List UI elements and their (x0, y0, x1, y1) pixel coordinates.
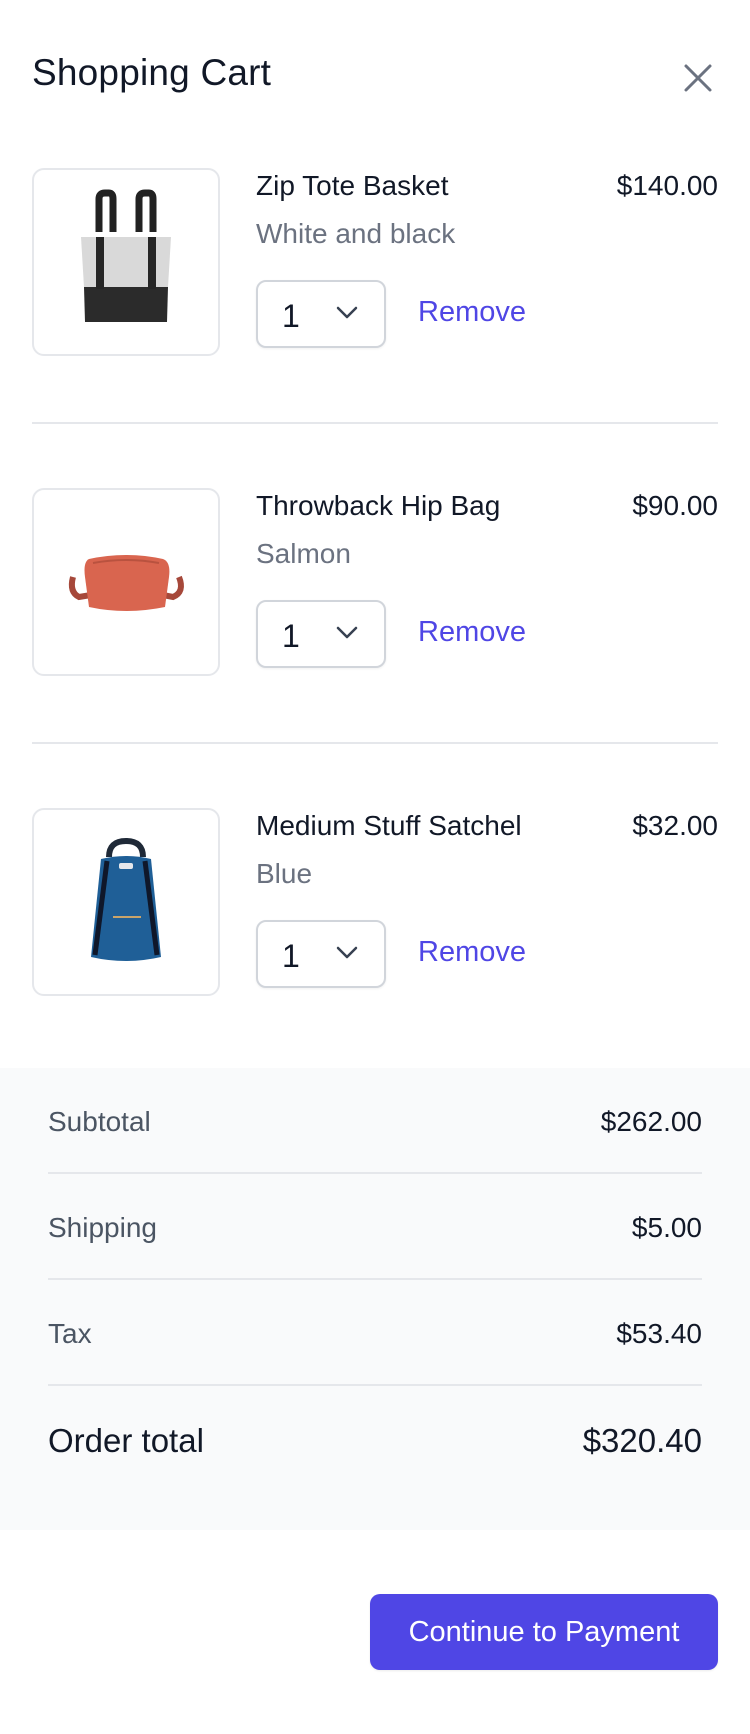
order-total-value: $320.40 (582, 1422, 702, 1459)
remove-button[interactable]: Remove (418, 616, 526, 649)
backpack-image (91, 837, 161, 961)
remove-button[interactable]: Remove (418, 936, 526, 969)
hip-bag-image (68, 555, 184, 611)
order-summary: Subtotal $262.00 Shipping $5.00 Tax $53.… (0, 1068, 750, 1530)
product-variant: White and black (256, 218, 456, 249)
page-title: Shopping Cart (32, 52, 272, 93)
subtotal-row: Subtotal $262.00 (48, 1068, 702, 1174)
product-image-zip-tote-basket[interactable] (32, 168, 220, 356)
product-price: $32.00 (632, 810, 718, 841)
order-total-label: Order total (48, 1422, 204, 1459)
remove-button[interactable]: Remove (418, 296, 526, 329)
product-name[interactable]: Throwback Hip Bag (256, 490, 500, 522)
product-image-medium-stuff-satchel[interactable] (32, 808, 220, 996)
chevron-down-icon (336, 306, 358, 319)
subtotal-value: $262.00 (600, 1106, 702, 1137)
tax-row: Tax $53.40 (48, 1280, 702, 1386)
cart-item: Medium Stuff Satchel $32.00 Blue 1 Remov… (32, 808, 718, 998)
shipping-label: Shipping (48, 1212, 157, 1243)
product-variant: Blue (256, 858, 313, 889)
cart-header: Shopping Cart (32, 40, 718, 112)
close-button[interactable] (678, 58, 718, 98)
quantity-value: 1 (282, 938, 300, 974)
continue-to-payment-button[interactable]: Continue to Payment (370, 1594, 718, 1670)
quantity-select[interactable]: 1 (256, 600, 386, 668)
subtotal-label: Subtotal (48, 1106, 151, 1137)
shipping-value: $5.00 (631, 1212, 702, 1243)
product-name[interactable]: Zip Tote Basket (256, 170, 448, 202)
cart-item: Throwback Hip Bag $90.00 Salmon 1 Remove (32, 488, 718, 678)
chevron-down-icon (336, 626, 358, 639)
product-image-throwback-hip-bag[interactable] (32, 488, 220, 676)
shipping-row: Shipping $5.00 (48, 1174, 702, 1280)
close-icon[interactable] (678, 58, 718, 98)
cart-item: Zip Tote Basket $140.00 White and black … (32, 168, 718, 358)
product-price: $90.00 (632, 490, 718, 521)
tax-value: $53.40 (616, 1318, 702, 1349)
product-name[interactable]: Medium Stuff Satchel (256, 810, 522, 842)
order-total-row: Order total $320.40 (48, 1386, 702, 1492)
tote-bag-image (81, 189, 171, 322)
quantity-select[interactable]: 1 (256, 920, 386, 988)
quantity-value: 1 (282, 618, 300, 654)
cart-items: Zip Tote Basket $140.00 White and black … (32, 168, 718, 998)
chevron-down-icon (336, 946, 358, 959)
product-price: $140.00 (616, 170, 718, 201)
tax-label: Tax (48, 1318, 92, 1349)
product-variant: Salmon (256, 538, 351, 569)
divider (32, 742, 718, 744)
quantity-value: 1 (282, 298, 300, 334)
divider (32, 422, 718, 424)
quantity-select[interactable]: 1 (256, 280, 386, 348)
